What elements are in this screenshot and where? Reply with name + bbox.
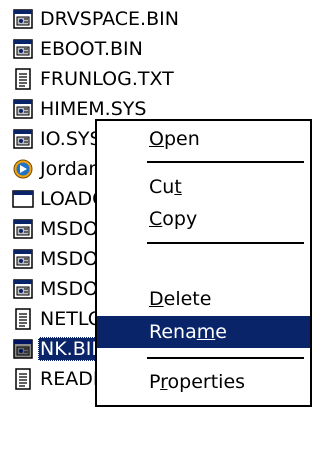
file-item[interactable]: FRUNLOG.TXT — [12, 64, 176, 94]
file-item-selected[interactable]: NK.BIN — [12, 334, 108, 364]
menu-item-delete[interactable]: Delete — [97, 283, 310, 315]
binary-file-icon — [12, 38, 34, 60]
file-name: DRVSPACE.BIN — [40, 8, 179, 30]
menu-item-rename[interactable]: Rename — [97, 316, 310, 348]
file-item[interactable]: EBOOT.BIN — [12, 34, 145, 64]
context-menu: Open Cut Copy Delete Rename Properties — [95, 119, 312, 407]
binary-file-icon — [12, 98, 34, 120]
file-item[interactable]: IO.SYS — [12, 124, 104, 154]
menu-item-open[interactable]: Open — [97, 123, 310, 155]
binary-file-icon — [12, 8, 34, 30]
text-file-icon — [12, 308, 34, 330]
menu-item-label: Delete — [149, 288, 212, 310]
menu-item-copy[interactable]: Copy — [97, 203, 310, 235]
file-item[interactable]: Jordan — [12, 154, 102, 184]
menu-item-label: Properties — [149, 371, 246, 393]
menu-item-label: Cut — [149, 176, 182, 198]
menu-mnemonic: m — [196, 321, 216, 343]
app-shortcut-icon — [12, 158, 34, 180]
file-name: HIMEM.SYS — [40, 98, 147, 120]
menu-item-cut[interactable]: Cut — [97, 171, 310, 203]
menu-item-properties[interactable]: Properties — [97, 366, 310, 398]
menu-mnemonic: C — [149, 208, 163, 230]
menu-mnemonic: O — [149, 128, 164, 150]
menu-item-label: Rename — [149, 321, 227, 343]
binary-file-icon — [12, 128, 34, 150]
file-name: EBOOT.BIN — [40, 38, 143, 60]
file-name: IO.SYS — [40, 128, 102, 150]
binary-file-icon — [12, 218, 34, 240]
file-name: Jordan — [40, 158, 101, 180]
binary-file-icon — [12, 338, 34, 360]
file-item[interactable]: DRVSPACE.BIN — [12, 4, 181, 34]
file-name: FRUNLOG.TXT — [40, 68, 174, 90]
menu-separator — [147, 242, 304, 244]
menu-separator — [147, 161, 304, 163]
menu-mnemonic: D — [149, 288, 164, 310]
menu-item-label: Copy — [149, 208, 198, 230]
menu-mnemonic: r — [160, 371, 168, 393]
binary-file-icon — [12, 248, 34, 270]
application-window-icon — [12, 188, 34, 210]
text-file-icon — [12, 68, 34, 90]
menu-mnemonic: t — [174, 176, 182, 198]
text-file-icon — [12, 368, 34, 390]
menu-item-label: Open — [149, 128, 200, 150]
binary-file-icon — [12, 278, 34, 300]
menu-separator — [147, 357, 304, 359]
